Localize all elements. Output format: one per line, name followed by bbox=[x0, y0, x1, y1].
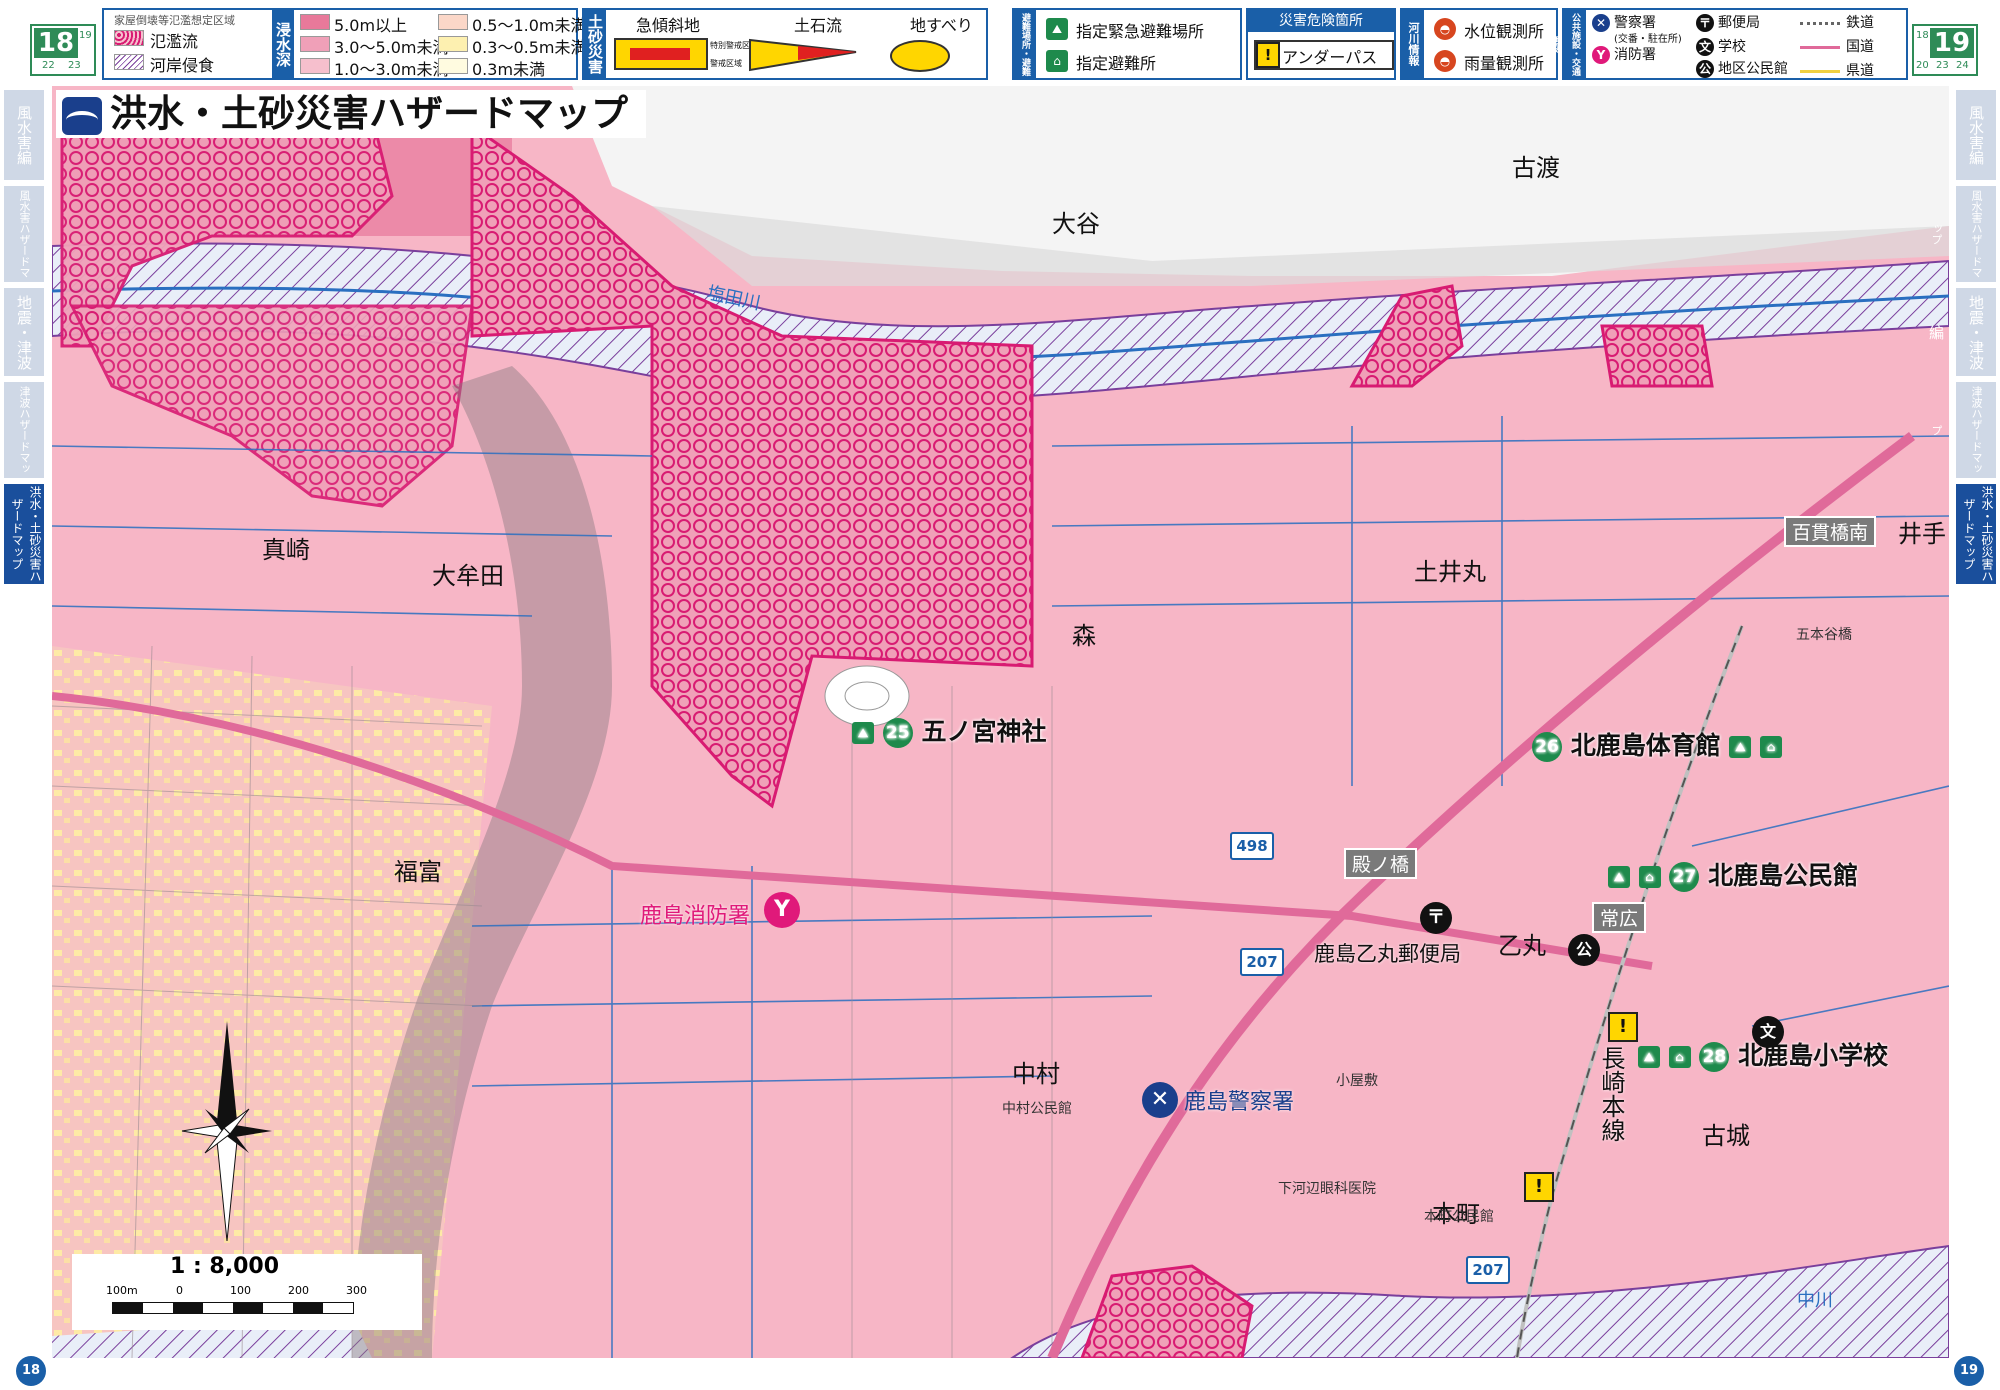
sediment-legend: 土砂災害 急傾斜地 土石流 地すべり 特別警戒区域 警戒区域 bbox=[582, 8, 988, 80]
depth-swatch-5 bbox=[438, 36, 468, 52]
depth-swatch-6 bbox=[438, 58, 468, 74]
depth-swatch-1 bbox=[300, 14, 330, 30]
emergency-evac-icon: ⛰ bbox=[852, 722, 874, 744]
national-road-line bbox=[1800, 46, 1840, 49]
facility-25[interactable]: ⛰ 25 五ノ宮神社 bbox=[852, 712, 1046, 748]
evac-legend: 避難場所・避難所 ⛰ 指定緊急避難場所 ⌂ 指定避難所 bbox=[998, 8, 1242, 80]
bridge-label: 百貫橋南 bbox=[1784, 516, 1877, 547]
rail-label: 長崎本線 bbox=[1597, 1046, 1625, 1142]
tab-wind-flood[interactable]: 風水害編 bbox=[1956, 90, 1996, 180]
emergency-evac-icon: ⛰ bbox=[1046, 18, 1068, 40]
overflow-swatch bbox=[114, 30, 144, 46]
page-title: 洪水・土砂災害ハザードマップ bbox=[56, 90, 646, 138]
police-icon[interactable]: ✕ bbox=[1142, 1082, 1178, 1118]
place-name: 中村 bbox=[1012, 1060, 1060, 1088]
debris-flow-swatch bbox=[749, 38, 857, 72]
place-name: 大牟田 bbox=[432, 562, 504, 590]
water-level-icon: ◓ bbox=[1434, 18, 1456, 40]
tab-wind-flood[interactable]: 風水害編 bbox=[4, 90, 44, 180]
depth-swatch-4 bbox=[438, 14, 468, 30]
tab-flood-sediment-map[interactable]: 洪水・土砂災害ハザードマップ bbox=[4, 484, 44, 584]
tab-flood-sediment-map[interactable]: 洪水・土砂災害ハザードマップ bbox=[1956, 484, 1996, 584]
tab-earthquake[interactable]: 地震・津波編 bbox=[4, 288, 44, 376]
river-label: 中川 bbox=[1797, 1290, 1833, 1311]
place-name: 古渡 bbox=[1512, 154, 1560, 182]
fire-station-icon[interactable]: Y bbox=[764, 892, 800, 928]
emergency-evac-icon: ⛰ bbox=[1608, 866, 1630, 888]
place-name: 井手 bbox=[1898, 520, 1946, 548]
post-office-label: 鹿島乙丸郵便局 bbox=[1314, 942, 1461, 966]
underpass-icon[interactable]: ! bbox=[1608, 1012, 1638, 1042]
school-icon: 文 bbox=[1696, 38, 1714, 56]
emergency-evac-icon: ⛰ bbox=[1729, 736, 1752, 758]
bridge-label: 殿ノ橋 bbox=[1344, 848, 1418, 879]
river-legend: 河川情報 ◓ 水位観測所 ◓ 雨量観測所 bbox=[1400, 8, 1558, 80]
public-legend: 公共施設・交通施設 ✕ 警察署 (交番・駐在所) 〒 郵便局 鉄道 Y 消防署 … bbox=[1548, 8, 1908, 80]
tab-wind-flood-map[interactable]: 風水害ハザードマップ bbox=[4, 186, 44, 282]
tab-tsunami-map[interactable]: 津波ハザードマップ bbox=[4, 382, 44, 478]
small-label: 本町公民館 bbox=[1424, 1209, 1494, 1225]
erosion-swatch bbox=[114, 54, 144, 70]
scale-bar: 1 : 8,000 100m 0 100 200 300 bbox=[72, 1254, 422, 1330]
community-center-icon[interactable]: 公 bbox=[1568, 934, 1600, 966]
flood-legend: 家屋倒壊等氾濫想定区域 氾濫流 河岸侵食 浸水深 5.0m以上 3.0〜5.0m… bbox=[102, 8, 586, 80]
fire-station-icon: Y bbox=[1592, 46, 1610, 64]
landslide-swatch bbox=[890, 40, 950, 72]
place-name: 土井丸 bbox=[1414, 558, 1486, 586]
place-name: 古城 bbox=[1702, 1122, 1750, 1150]
facility-27[interactable]: ⛰ ⌂ 27 北鹿島公民館 bbox=[1608, 856, 1858, 892]
police-label: 鹿島警察署 bbox=[1184, 1090, 1295, 1115]
place-name: 森 bbox=[1072, 622, 1096, 650]
small-label: 中村公民館 bbox=[1002, 1101, 1072, 1117]
depth-swatch-3 bbox=[300, 58, 330, 74]
school-icon[interactable]: 文 bbox=[1752, 1016, 1784, 1048]
post-office-icon: 〒 bbox=[1696, 14, 1714, 32]
page-number-left: 18 19 22 23 bbox=[30, 24, 96, 76]
rain-gauge-icon: ◓ bbox=[1434, 50, 1456, 72]
tab-wind-flood-map[interactable]: 風水害ハザードマップ bbox=[1930, 186, 1996, 282]
depth-swatch-2 bbox=[300, 36, 330, 52]
police-icon: ✕ bbox=[1592, 14, 1610, 32]
route-sign: 207 bbox=[1466, 1256, 1510, 1284]
shelter-icon: ⌂ bbox=[1046, 50, 1068, 72]
place-name: 大谷 bbox=[1052, 210, 1100, 238]
small-label: 小屋敷 bbox=[1336, 1073, 1378, 1089]
shelter-icon: ⌂ bbox=[1638, 866, 1661, 888]
danger-legend: 災害危険箇所 ! アンダーパス bbox=[1246, 8, 1396, 80]
route-sign: 207 bbox=[1240, 948, 1284, 976]
fire-station-label: 鹿島消防署 bbox=[640, 904, 751, 929]
tab-tsunami-map[interactable]: 津波ハザードマップ bbox=[1930, 382, 1996, 478]
flood-logo-icon bbox=[62, 96, 102, 135]
page-number-bottom-right: 19 bbox=[1954, 1356, 1984, 1386]
route-sign: 498 bbox=[1230, 832, 1274, 860]
page-number-right: 19 18 20 23 24 bbox=[1912, 24, 1978, 76]
small-label: 下河辺眼科医院 bbox=[1278, 1181, 1376, 1197]
bridge-label: 常広 bbox=[1592, 902, 1647, 933]
underpass-icon: ! bbox=[1256, 42, 1280, 68]
railway-line bbox=[1800, 22, 1840, 25]
tab-earthquake[interactable]: 地震・津波編 bbox=[1927, 288, 1996, 376]
prefectural-road-line bbox=[1800, 70, 1840, 73]
facility-26[interactable]: 26 北鹿島体育館 ⛰ ⌂ bbox=[1532, 726, 1783, 762]
steep-slope-swatch bbox=[614, 38, 708, 70]
community-center-icon: 公 bbox=[1696, 60, 1714, 78]
place-name: 乙丸 bbox=[1498, 932, 1546, 960]
place-name: 福富 bbox=[394, 858, 442, 886]
place-name: 真崎 bbox=[262, 536, 310, 564]
small-label: 五本谷橋 bbox=[1796, 627, 1852, 643]
underpass-icon[interactable]: ! bbox=[1524, 1172, 1554, 1202]
shelter-icon: ⌂ bbox=[1668, 1046, 1691, 1068]
emergency-evac-icon: ⛰ bbox=[1638, 1046, 1660, 1068]
page-number-bottom-left: 18 bbox=[16, 1356, 46, 1386]
post-office-icon[interactable]: 〒 bbox=[1420, 902, 1452, 934]
hazard-map[interactable]: 古渡 大谷 真崎 大牟田 土井丸 森 井手 福富 中村 乙丸 古城 本町 ⛰ 2… bbox=[52, 86, 1949, 1358]
shelter-icon: ⌂ bbox=[1760, 736, 1783, 758]
